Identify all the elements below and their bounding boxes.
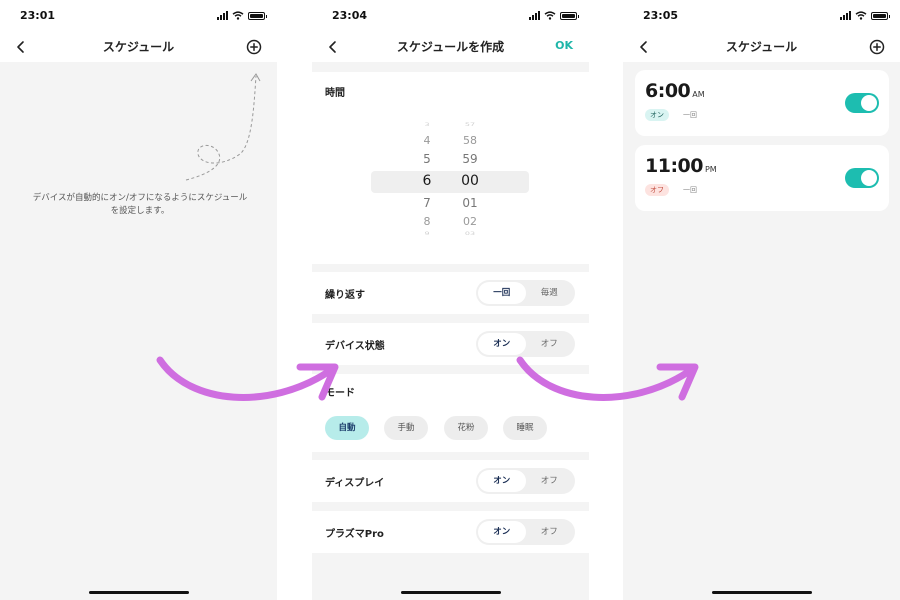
repeat-label: 繰り返す: [325, 290, 365, 301]
schedule-enable-toggle[interactable]: [845, 168, 879, 188]
toggle-knob: [861, 170, 877, 186]
empty-state-message: デバイスが自動的にオン/オフになるようにスケジュールを設定します。: [32, 193, 248, 216]
display-option-on[interactable]: オン: [478, 470, 526, 492]
nav-bar: スケジュール: [0, 32, 277, 62]
screen-schedule-empty: 23:01 スケジュール デバイスが自動的にオン/オフになるようにスケジュールを…: [0, 0, 277, 600]
minute-wheel-item[interactable]: 03: [455, 231, 485, 236]
wifi-icon: [855, 11, 867, 20]
flow-arrow-icon: [156, 356, 339, 401]
schedule-enable-toggle[interactable]: [845, 93, 879, 113]
hour-wheel-item[interactable]: 7: [412, 196, 442, 210]
page-title: スケジュール: [725, 40, 798, 54]
time-picker-card: 時間 3 4 5 6 7 8 9 57 58 59 00 01 02 03: [312, 72, 589, 264]
minute-wheel-item[interactable]: 02: [455, 215, 485, 228]
status-time: 23:01: [20, 9, 56, 22]
battery-icon: [560, 12, 579, 20]
plasma-option-on[interactable]: オン: [478, 521, 526, 543]
hour-wheel-selected[interactable]: 6: [412, 173, 442, 189]
status-time: 23:04: [332, 9, 368, 22]
minute-wheel-item[interactable]: 01: [455, 196, 485, 210]
picker-selection-highlight: [371, 171, 529, 193]
signal-icon: [840, 11, 851, 20]
schedule-ampm: AM: [692, 90, 705, 99]
schedule-state-badge: オン: [645, 109, 669, 121]
status-bar: 23:05: [623, 0, 900, 32]
status-time: 23:05: [643, 9, 679, 22]
display-row: ディスプレイ オン オフ: [312, 460, 589, 502]
battery-icon: [871, 12, 890, 20]
repeat-row: 繰り返す 一回 毎週: [312, 272, 589, 314]
repeat-segmented-control: 一回 毎週: [476, 280, 575, 306]
schedule-repeat: 一回: [683, 111, 697, 119]
flow-arrow-icon: [516, 356, 699, 401]
minute-wheel-item[interactable]: 58: [455, 134, 485, 147]
hour-wheel-item[interactable]: 8: [412, 215, 442, 228]
ok-button[interactable]: OK: [555, 39, 573, 52]
repeat-option-weekly[interactable]: 毎週: [526, 282, 574, 304]
schedule-card[interactable]: 6:00 AM オン 一回: [635, 70, 889, 136]
plasma-segmented-control: オン オフ: [476, 519, 575, 545]
battery-icon: [248, 12, 267, 20]
wifi-icon: [544, 11, 556, 20]
mode-chip-pollen[interactable]: 花粉: [444, 416, 488, 440]
display-option-off[interactable]: オフ: [526, 470, 574, 492]
toggle-knob: [861, 95, 877, 111]
mode-chip-auto[interactable]: 自動: [325, 416, 369, 440]
time-section-label: 時間: [325, 88, 345, 99]
schedule-ampm: PM: [704, 165, 717, 174]
home-indicator: [711, 591, 812, 594]
hour-wheel-item[interactable]: 9: [412, 231, 442, 236]
screen-create-schedule: 23:04 スケジュールを作成 OK 時間 3 4 5 6 7 8 9 57 5…: [312, 0, 589, 600]
signal-icon: [217, 11, 228, 20]
schedule-state-badge: オフ: [645, 184, 669, 196]
display-label: ディスプレイ: [325, 478, 385, 489]
hour-wheel-item[interactable]: 3: [412, 122, 442, 127]
plasma-label: プラズマPro: [325, 529, 384, 540]
page-title: スケジュール: [102, 40, 175, 54]
empty-state-illustration: [185, 73, 261, 181]
signal-icon: [529, 11, 540, 20]
status-bar: 23:04: [312, 0, 589, 32]
add-schedule-icon[interactable]: [245, 38, 263, 56]
status-bar: 23:01: [0, 0, 277, 32]
repeat-option-once[interactable]: 一回: [478, 282, 526, 304]
wifi-icon: [232, 11, 244, 20]
plasma-option-off[interactable]: オフ: [526, 521, 574, 543]
nav-bar: スケジュール: [623, 32, 900, 62]
nav-bar: スケジュールを作成 OK: [312, 32, 589, 62]
minute-wheel-selected[interactable]: 00: [455, 173, 485, 189]
screen-schedule-list: 23:05 スケジュール 6:00 AM オン 一回 11:00 PM オフ 一回: [623, 0, 900, 600]
page-title: スケジュールを作成: [396, 40, 505, 54]
mode-chip-manual[interactable]: 手動: [384, 416, 428, 440]
schedule-card[interactable]: 11:00 PM オフ 一回: [635, 145, 889, 211]
display-segmented-control: オン オフ: [476, 468, 575, 494]
add-schedule-icon[interactable]: [868, 38, 886, 56]
hour-wheel-item[interactable]: 5: [412, 152, 442, 166]
schedule-repeat: 一回: [683, 186, 697, 194]
home-indicator: [88, 591, 189, 594]
home-indicator: [400, 591, 501, 594]
minute-wheel-item[interactable]: 57: [455, 122, 485, 127]
plasma-row: プラズマPro オン オフ: [312, 511, 589, 553]
mode-chip-sleep[interactable]: 睡眠: [503, 416, 547, 440]
minute-wheel-item[interactable]: 59: [455, 152, 485, 166]
schedule-time: 11:00 PM: [645, 155, 717, 177]
schedule-time: 6:00 AM: [645, 80, 705, 102]
hour-wheel-item[interactable]: 4: [412, 134, 442, 147]
